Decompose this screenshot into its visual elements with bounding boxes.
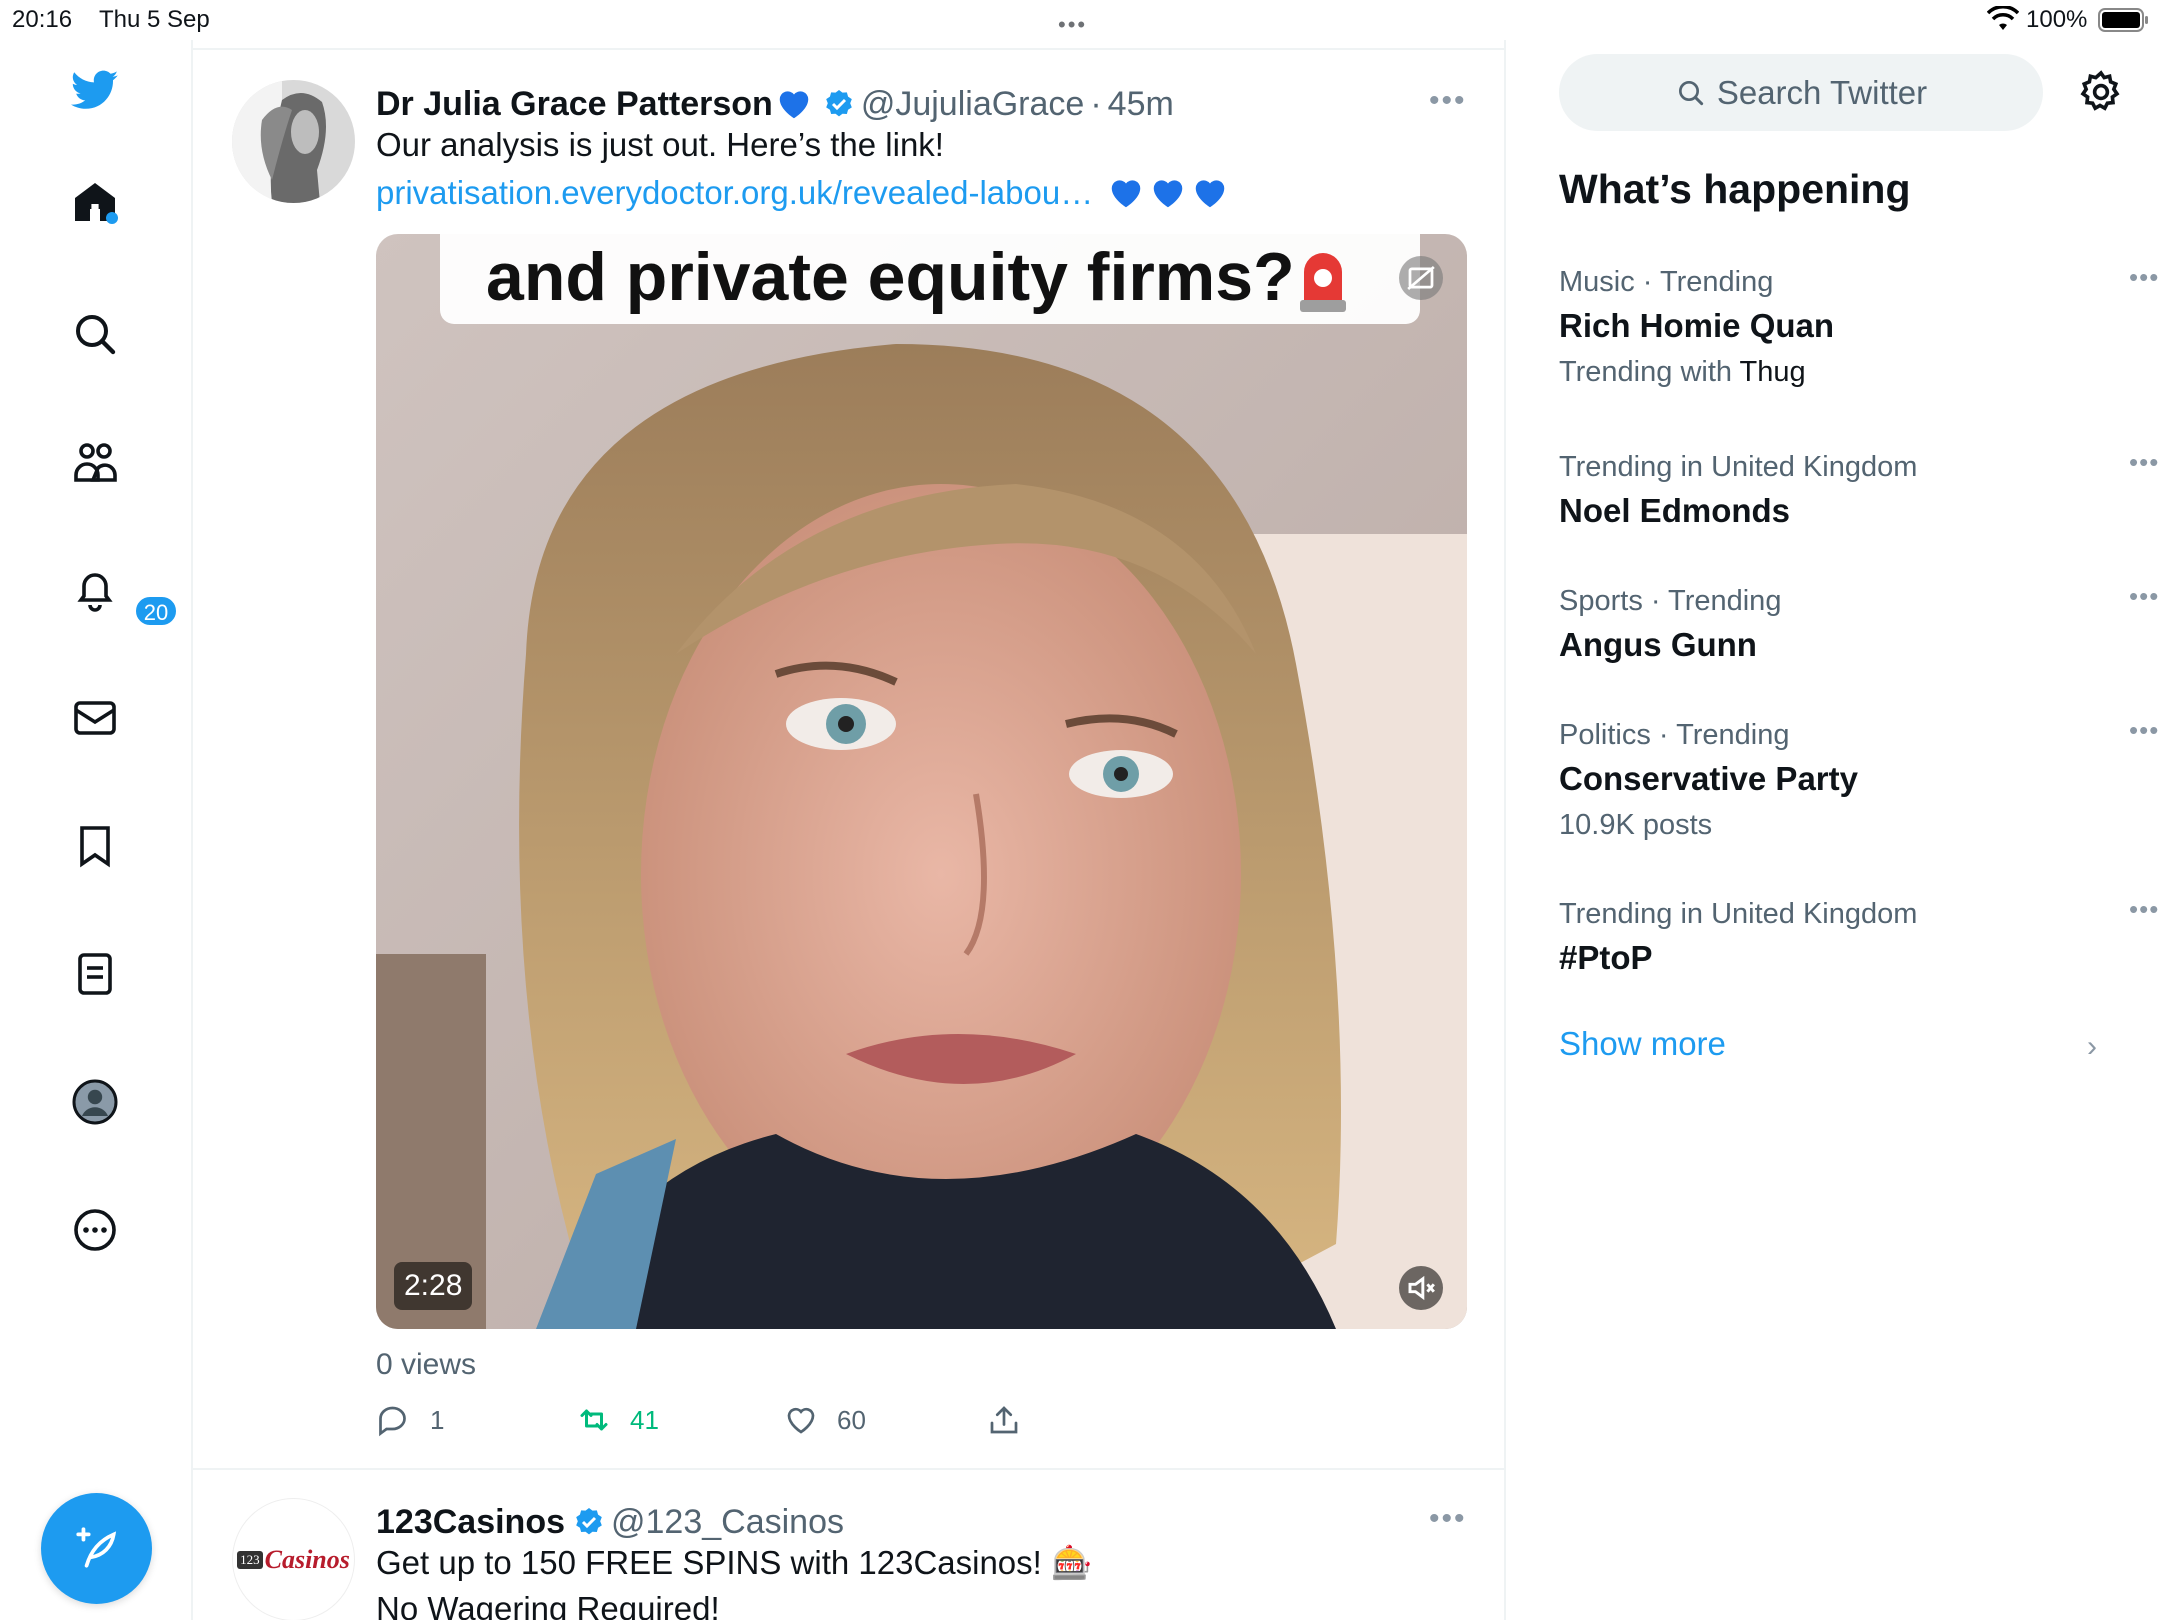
status-date: Thu 5 Sep bbox=[99, 6, 210, 33]
trend-item[interactable]: Politics · Trending Conservative Party 1… bbox=[1559, 715, 2158, 847]
compose-tweet-button[interactable] bbox=[41, 1493, 152, 1604]
timeline-top-divider bbox=[193, 48, 1504, 50]
trend-context: Music · Trending bbox=[1559, 266, 1774, 298]
like-button[interactable]: 60 bbox=[783, 1398, 866, 1442]
multitasking-handle[interactable]: ••• bbox=[1058, 12, 1087, 38]
tweet-text: Our analysis is just out. Here’s the lin… bbox=[376, 126, 944, 163]
show-more-link[interactable]: Show more bbox=[1559, 1025, 1726, 1063]
trend-item[interactable]: Trending in United Kingdom Noel Edmonds … bbox=[1559, 447, 2158, 535]
trend-context: Trending in United Kingdom bbox=[1559, 451, 1918, 483]
trend-name: #PtoP bbox=[1559, 939, 1653, 976]
trend-name: Angus Gunn bbox=[1559, 626, 1757, 663]
tweet-more-menu-icon[interactable]: ••• bbox=[1429, 1502, 1467, 1536]
trend-item[interactable]: Sports · Trending Angus Gunn ••• bbox=[1559, 581, 2158, 669]
verified-badge-icon bbox=[576, 1508, 602, 1535]
search-input[interactable]: Search Twitter bbox=[1559, 54, 2043, 131]
tweet-link[interactable]: privatisation.everydoctor.org.uk/reveale… bbox=[376, 170, 1093, 216]
trend-context: Politics · Trending bbox=[1559, 719, 1790, 751]
casinos-logo: Casinos bbox=[264, 1544, 350, 1574]
reply-count: 1 bbox=[430, 1404, 445, 1435]
tweet-author-handle[interactable]: @JujuliaGrace bbox=[861, 85, 1085, 124]
video-frame-image bbox=[376, 234, 1467, 1329]
tweet-more-menu-icon[interactable]: ••• bbox=[1429, 84, 1467, 118]
trend-subtext: 10.9K posts bbox=[1559, 809, 1713, 841]
video-caption: and private equity firms? bbox=[486, 239, 1295, 315]
lists-icon[interactable] bbox=[63, 942, 127, 1006]
retweet-button[interactable]: 41 bbox=[576, 1398, 659, 1442]
siren-emoji-icon bbox=[1300, 253, 1346, 312]
heart-like-icon bbox=[787, 1407, 815, 1434]
whats-happening-title: What’s happening bbox=[1559, 166, 1911, 212]
tweet-video[interactable]: and private equity firms? 2:28 bbox=[376, 234, 1467, 1329]
feather-plus-icon bbox=[75, 1526, 116, 1568]
bookmarks-icon[interactable] bbox=[63, 814, 127, 878]
tweet-author-name[interactable]: Dr Julia Grace Patterson bbox=[376, 85, 773, 124]
more-options-icon[interactable] bbox=[63, 1198, 127, 1262]
mute-toggle-icon[interactable] bbox=[1399, 1266, 1443, 1310]
tweet-author-avatar[interactable] bbox=[232, 80, 355, 203]
tweet-author-handle[interactable]: @123_Casinos bbox=[611, 1503, 844, 1542]
wifi-icon bbox=[1987, 6, 2019, 30]
tweet-timestamp[interactable]: 45m bbox=[1108, 85, 1174, 124]
tweet-text-line-2: No Wagering Required! bbox=[376, 1590, 720, 1620]
settings-gear-icon[interactable] bbox=[2077, 68, 2125, 116]
reply-icon bbox=[379, 1406, 406, 1437]
blue-heart-emoji-icon bbox=[1111, 180, 1141, 208]
trend-more-icon[interactable]: ••• bbox=[2129, 447, 2159, 478]
trend-more-icon[interactable]: ••• bbox=[2129, 894, 2159, 925]
timeline: Dr Julia Grace Patterson @JujuliaGrace ·… bbox=[193, 40, 1506, 1620]
twitter-logo-icon[interactable] bbox=[63, 58, 127, 122]
trend-context: Sports · Trending bbox=[1559, 585, 1782, 617]
search-placeholder: Search Twitter bbox=[1716, 73, 1928, 111]
trend-name: Conservative Party bbox=[1559, 760, 1858, 797]
trend-subtext: Trending with Thug bbox=[1559, 356, 1806, 388]
profile-avatar-icon[interactable] bbox=[63, 1070, 127, 1134]
tweet-text: Get up to 150 FREE SPINS with 123Casinos… bbox=[376, 1544, 1093, 1581]
blue-heart-emoji-icon bbox=[779, 91, 809, 119]
retweet-icon bbox=[580, 1409, 608, 1431]
communities-icon[interactable] bbox=[63, 430, 127, 494]
reply-button[interactable]: 1 bbox=[376, 1398, 444, 1442]
tweet-views: 0 views bbox=[376, 1348, 477, 1381]
status-time: 20:16 bbox=[12, 6, 73, 33]
trend-context: Trending in United Kingdom bbox=[1559, 898, 1918, 930]
right-sidebar: Search Twitter What’s happening Music · … bbox=[1507, 40, 2160, 1620]
explore-search-icon[interactable] bbox=[63, 302, 127, 366]
notifications-bell-icon[interactable] bbox=[63, 558, 127, 622]
share-button[interactable] bbox=[986, 1398, 1040, 1442]
home-icon[interactable] bbox=[63, 170, 127, 234]
home-unread-dot bbox=[106, 212, 118, 224]
blue-heart-emoji-icon bbox=[1153, 180, 1183, 208]
trend-item[interactable]: Trending in United Kingdom #PtoP ••• bbox=[1559, 894, 2158, 982]
verified-badge-icon bbox=[826, 90, 852, 117]
blue-heart-emoji-icon bbox=[1195, 180, 1225, 208]
search-icon bbox=[1678, 80, 1703, 105]
share-upload-icon bbox=[990, 1406, 1018, 1434]
casinos-logo-prefix: 123 bbox=[237, 1550, 263, 1569]
tweet-link-line: privatisation.everydoctor.org.uk/reveale… bbox=[376, 170, 1231, 216]
status-bar: 20:16 Thu 5 Sep ••• 100% bbox=[0, 0, 2160, 40]
battery-percent: 100% bbox=[2026, 6, 2088, 33]
trend-item[interactable]: Music · Trending Rich Homie Quan Trendin… bbox=[1559, 262, 2158, 394]
trend-more-icon[interactable]: ••• bbox=[2129, 262, 2159, 293]
sensitive-media-icon[interactable] bbox=[1399, 256, 1443, 300]
left-navigation: 20 bbox=[0, 40, 193, 1620]
notifications-badge: 20 bbox=[134, 595, 178, 627]
like-count: 60 bbox=[837, 1404, 866, 1435]
tweet-divider bbox=[193, 1468, 1504, 1470]
chevron-right-icon: › bbox=[2087, 1030, 2097, 1063]
trend-name: Noel Edmonds bbox=[1559, 492, 1791, 529]
tweet-author-avatar[interactable]: 123 Casinos bbox=[232, 1498, 355, 1620]
trend-more-icon[interactable]: ••• bbox=[2129, 581, 2159, 612]
retweet-count: 41 bbox=[630, 1404, 659, 1435]
trend-more-icon[interactable]: ••• bbox=[2129, 715, 2159, 746]
tweet-author-name[interactable]: 123Casinos bbox=[376, 1503, 565, 1542]
video-duration: 2:28 bbox=[394, 1262, 473, 1310]
battery-icon bbox=[2098, 8, 2148, 32]
trend-name: Rich Homie Quan bbox=[1559, 307, 1835, 344]
messages-envelope-icon[interactable] bbox=[63, 686, 127, 750]
